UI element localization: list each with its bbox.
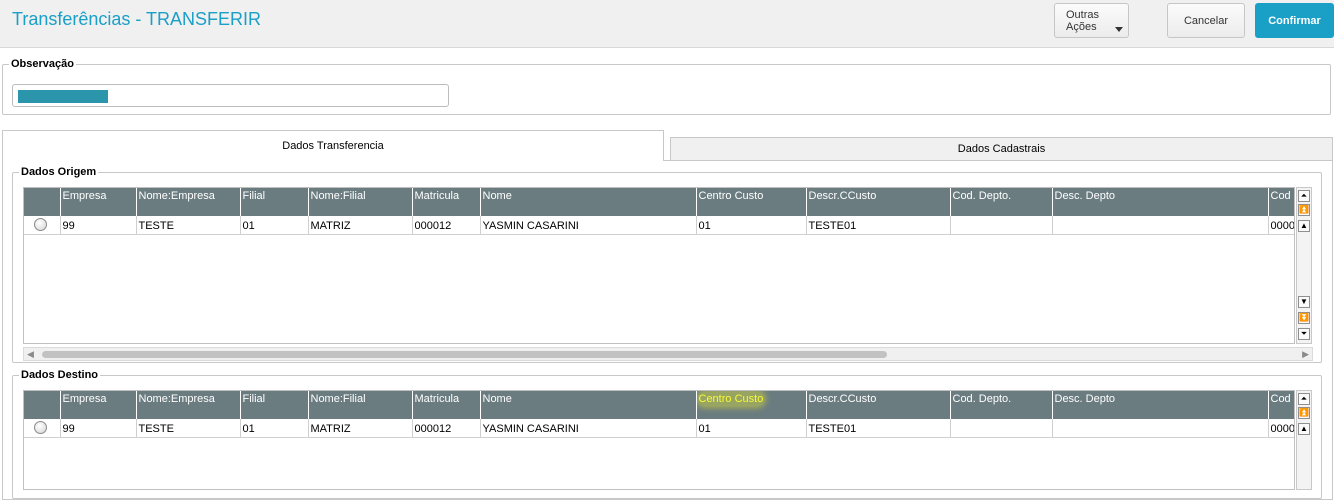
destino-grid: Empresa Nome:Empresa Filial Nome:Filial … [23, 390, 1295, 490]
col-header-desc-depto[interactable]: Desc. Depto [1052, 391, 1269, 419]
row-select-cell[interactable] [24, 419, 61, 438]
cell-desc-depto [1052, 419, 1269, 438]
dados-destino-legend: Dados Destino [21, 369, 99, 381]
col-header-filial[interactable]: Filial [240, 391, 309, 419]
cell-nome-empresa: TESTE [136, 216, 241, 235]
table-row[interactable]: 99 TESTE 01 MATRIZ 000012 YASMIN CASARIN… [24, 216, 1294, 235]
cell-centro-custo: 01 [696, 216, 807, 235]
table-row[interactable]: 99 TESTE 01 MATRIZ 000012 YASMIN CASARIN… [24, 419, 1294, 438]
col-header-matricula[interactable]: Matricula [412, 391, 481, 419]
dados-destino-group: Dados Destino Empresa Nome:Empresa Filia… [12, 369, 1322, 499]
down-arrow-icon[interactable]: ▼ [1298, 296, 1310, 308]
scroll-bottom-icon[interactable]: ⏷ [1298, 328, 1310, 340]
cell-matricula: 000012 [412, 216, 481, 235]
row-radio-button[interactable] [34, 421, 47, 434]
cancel-button[interactable]: Cancelar [1167, 3, 1245, 38]
col-header-centro-custo[interactable]: Centro Custo [696, 188, 807, 216]
tab-dados-transferencia[interactable]: Dados Transferencia [2, 130, 664, 161]
col-header-nome-empresa[interactable]: Nome:Empresa [136, 188, 241, 216]
scroll-right-icon[interactable]: ▶ [1302, 349, 1309, 360]
top-toolbar: Transferências - TRANSFERIR Outras Ações… [0, 0, 1334, 48]
observacao-legend: Observação [11, 58, 74, 70]
cell-cod-depto [950, 419, 1053, 438]
more-actions-button[interactable]: Outras Ações [1054, 3, 1129, 38]
col-header-desc-depto[interactable]: Desc. Depto [1052, 188, 1269, 216]
cell-cod-f: 0000 [1268, 419, 1294, 438]
up-arrow-icon[interactable]: ▲ [1298, 423, 1310, 435]
dados-origem-legend: Dados Origem [21, 166, 97, 178]
cell-cod-depto [950, 216, 1053, 235]
page-title: Transferências - TRANSFERIR [12, 9, 262, 29]
col-header-cod-f[interactable]: Cod F [1268, 391, 1294, 419]
origem-grid: Empresa Nome:Empresa Filial Nome:Filial … [23, 187, 1295, 344]
cell-nome-filial: MATRIZ [308, 419, 413, 438]
up-arrow-icon[interactable]: ▲ [1298, 220, 1310, 232]
origem-vertical-scrollbar[interactable]: ⏶ ⏫ ▲ ▼ ⏬ ⏷ [1296, 187, 1312, 344]
cell-centro-custo: 01 [696, 419, 807, 438]
cell-filial: 01 [240, 216, 309, 235]
row-select-cell[interactable] [24, 216, 61, 235]
cell-matricula: 000012 [412, 419, 481, 438]
cell-nome: YASMIN CASARINI [480, 419, 697, 438]
observacao-input[interactable] [12, 84, 449, 107]
cell-nome-filial: MATRIZ [308, 216, 413, 235]
scroll-left-icon[interactable]: ◀ [27, 349, 34, 360]
origem-header-row: Empresa Nome:Empresa Filial Nome:Filial … [24, 188, 1294, 216]
col-header-descr-ccusto[interactable]: Descr.CCusto [806, 391, 951, 419]
tab-dados-cadastrais[interactable]: Dados Cadastrais [670, 137, 1333, 161]
double-up-arrow-icon[interactable]: ⏫ [1298, 204, 1310, 216]
col-header-cod-depto[interactable]: Cod. Depto. [950, 391, 1053, 419]
confirm-button[interactable]: Confirmar [1255, 3, 1334, 38]
col-header-descr-ccusto[interactable]: Descr.CCusto [806, 188, 951, 216]
col-header-nome-filial[interactable]: Nome:Filial [308, 188, 413, 216]
destino-vertical-scrollbar[interactable]: ⏶ ⏫ ▲ [1296, 390, 1312, 490]
col-header-cod-depto[interactable]: Cod. Depto. [950, 188, 1053, 216]
scroll-top-icon[interactable]: ⏶ [1298, 393, 1310, 405]
col-header-matricula[interactable]: Matricula [412, 188, 481, 216]
cell-nome: YASMIN CASARINI [480, 216, 697, 235]
cell-filial: 01 [240, 419, 309, 438]
col-header-filial[interactable]: Filial [240, 188, 309, 216]
col-header-nome[interactable]: Nome [480, 391, 697, 419]
dados-origem-group: Dados Origem Empresa Nome:Empresa Filial… [12, 166, 1322, 363]
col-header-centro-custo-highlighted[interactable]: Centro Custo [696, 391, 807, 419]
scroll-thumb[interactable] [42, 351, 887, 358]
cell-descr-ccusto: TESTE01 [806, 419, 951, 438]
observacao-redacted-text [18, 90, 108, 103]
col-header-empresa[interactable]: Empresa [60, 391, 137, 419]
cell-cod-f: 0000 [1268, 216, 1294, 235]
col-header-nome-filial[interactable]: Nome:Filial [308, 391, 413, 419]
cell-nome-empresa: TESTE [136, 419, 241, 438]
cell-desc-depto [1052, 216, 1269, 235]
double-up-arrow-icon[interactable]: ⏫ [1298, 407, 1310, 419]
destino-header-row: Empresa Nome:Empresa Filial Nome:Filial … [24, 391, 1294, 419]
col-header-cod-f[interactable]: Cod F [1268, 188, 1294, 216]
col-header-nome[interactable]: Nome [480, 188, 697, 216]
highlighted-header-label: Centro Custo [698, 393, 764, 405]
double-down-arrow-icon[interactable]: ⏬ [1298, 312, 1310, 324]
origem-horizontal-scrollbar[interactable]: ◀ ▶ [23, 347, 1313, 361]
cell-descr-ccusto: TESTE01 [806, 216, 951, 235]
scroll-top-icon[interactable]: ⏶ [1298, 190, 1310, 202]
row-radio-button[interactable] [34, 218, 47, 231]
col-header-nome-empresa[interactable]: Nome:Empresa [136, 391, 241, 419]
caret-down-icon [1115, 27, 1123, 32]
observacao-group: Observação [2, 58, 1331, 115]
cell-empresa: 99 [60, 419, 137, 438]
col-header-empresa[interactable]: Empresa [60, 188, 137, 216]
cell-empresa: 99 [60, 216, 137, 235]
col-header-select [24, 188, 61, 216]
col-header-select [24, 391, 61, 419]
